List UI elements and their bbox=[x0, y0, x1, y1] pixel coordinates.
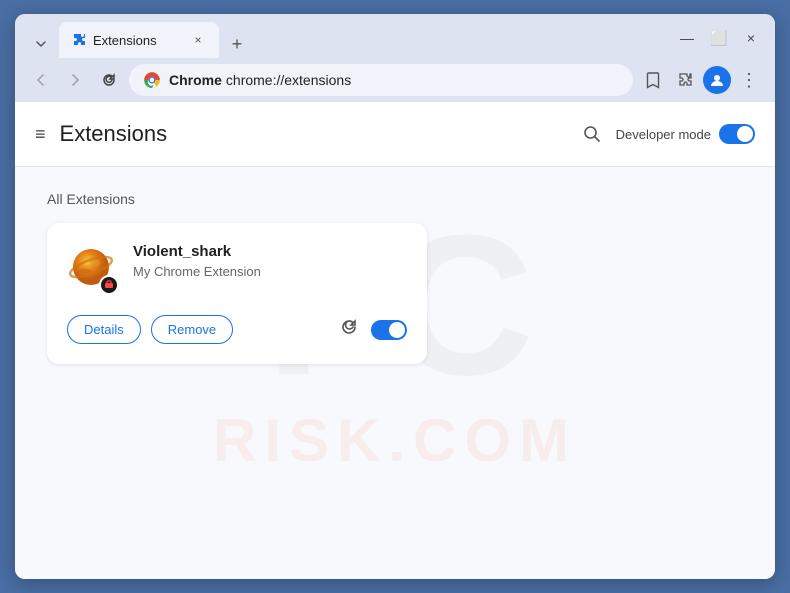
browser-toolbar: Chromechrome://extensions ⋮ bbox=[15, 58, 775, 102]
page-content: PC RISK.COM ≡ Extensions Developer mode … bbox=[15, 102, 775, 579]
menu-icon[interactable]: ≡ bbox=[35, 124, 46, 145]
extension-description: My Chrome Extension bbox=[133, 264, 407, 279]
developer-mode-label: Developer mode bbox=[616, 127, 711, 142]
tab-favicon-icon bbox=[71, 32, 87, 48]
all-extensions-label: All Extensions bbox=[47, 191, 743, 207]
address-bar[interactable]: Chromechrome://extensions bbox=[129, 64, 633, 96]
extension-info: Violent_shark My Chrome Extension bbox=[133, 243, 407, 279]
tab-list-icon[interactable] bbox=[27, 30, 55, 58]
extension-icon-wrapper bbox=[67, 243, 119, 295]
tab-area: Extensions × + bbox=[27, 22, 671, 58]
new-tab-button[interactable]: + bbox=[223, 30, 251, 58]
close-window-button[interactable]: × bbox=[739, 28, 763, 48]
extensions-button[interactable] bbox=[671, 66, 699, 94]
extension-actions-right bbox=[339, 317, 407, 342]
address-text: Chromechrome://extensions bbox=[169, 72, 619, 88]
reload-button[interactable] bbox=[95, 66, 123, 94]
forward-button[interactable] bbox=[61, 66, 89, 94]
search-button[interactable] bbox=[576, 118, 608, 150]
toolbar-icons: ⋮ bbox=[639, 66, 763, 94]
back-button[interactable] bbox=[27, 66, 55, 94]
details-button[interactable]: Details bbox=[67, 315, 141, 344]
bookmark-button[interactable] bbox=[639, 66, 667, 94]
extension-name: Violent_shark bbox=[133, 243, 407, 260]
reload-extension-button[interactable] bbox=[339, 317, 359, 342]
maximize-button[interactable]: ⬜ bbox=[707, 28, 731, 48]
extensions-body: All Extensions bbox=[15, 167, 775, 388]
developer-mode-toggle[interactable] bbox=[719, 124, 755, 144]
window-controls: — ⬜ × bbox=[675, 28, 763, 52]
remove-button[interactable]: Remove bbox=[151, 315, 233, 344]
extension-card: Violent_shark My Chrome Extension Detail… bbox=[47, 223, 427, 364]
extension-enable-toggle[interactable] bbox=[371, 320, 407, 340]
title-bar: Extensions × + — ⬜ × bbox=[15, 14, 775, 58]
chrome-menu-button[interactable]: ⋮ bbox=[735, 66, 763, 94]
minimize-button[interactable]: — bbox=[675, 28, 699, 48]
extension-card-top: Violent_shark My Chrome Extension bbox=[67, 243, 407, 295]
extension-badge bbox=[99, 275, 119, 295]
active-tab[interactable]: Extensions × bbox=[59, 22, 219, 58]
chrome-logo-icon bbox=[143, 71, 161, 89]
watermark-risk-text: RISK.COM bbox=[213, 406, 577, 475]
tab-title: Extensions bbox=[93, 33, 183, 48]
profile-button[interactable] bbox=[703, 66, 731, 94]
extensions-header: ≡ Extensions Developer mode bbox=[15, 102, 775, 167]
extension-card-bottom: Details Remove bbox=[67, 315, 407, 344]
extensions-page-title: Extensions bbox=[60, 121, 576, 147]
tab-close-button[interactable]: × bbox=[189, 31, 207, 49]
browser-window: Extensions × + — ⬜ × bbox=[15, 14, 775, 579]
